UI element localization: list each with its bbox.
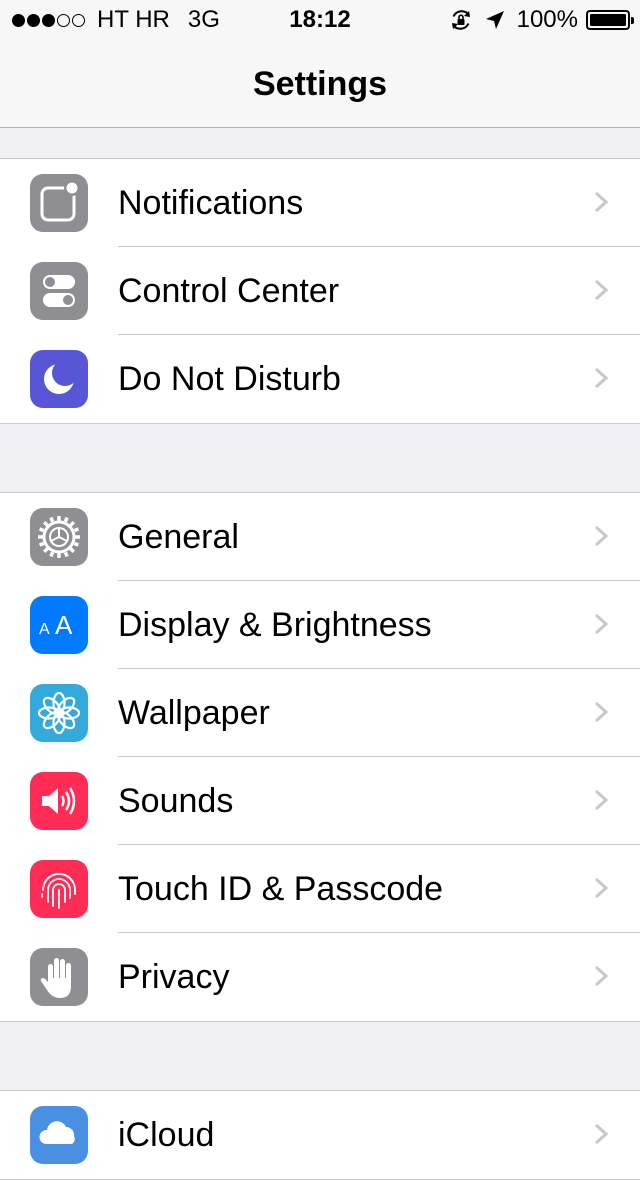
chevron-right-icon [590,877,612,899]
row-label: Touch ID & Passcode [118,845,443,933]
flower-icon [30,684,88,742]
settings-row-display-brightness[interactable]: A A Display & Brightness [0,581,640,669]
speaker-icon [30,772,88,830]
status-right: 100% [449,0,630,40]
gear-icon [30,508,88,566]
settings-row-icloud[interactable]: iCloud [0,1091,640,1179]
row-label: Sounds [118,757,233,845]
page-title: Settings [0,40,640,128]
notifications-icon [30,174,88,232]
svg-text:A: A [55,610,73,640]
chevron-right-icon [590,191,612,213]
settings-row-control-center[interactable]: Control Center [0,247,640,335]
location-arrow-icon [485,10,505,30]
settings-group-3: iCloud [0,1090,640,1180]
moon-icon [30,350,88,408]
settings-row-touch-id-passcode[interactable]: Touch ID & Passcode [0,845,640,933]
row-label: Do Not Disturb [118,335,341,423]
chevron-right-icon [590,279,612,301]
settings-group-2: General A A Display & Brightness [0,492,640,1022]
chevron-right-icon [590,613,612,635]
chevron-right-icon [590,367,612,389]
text-size-icon: A A [30,596,88,654]
battery-fill [590,14,626,26]
rotation-lock-icon [449,8,473,32]
battery-percent: 100% [517,6,578,34]
settings-group-1: Notifications Control Center Do [0,158,640,424]
settings-row-sounds[interactable]: Sounds [0,757,640,845]
battery-icon [586,10,630,30]
row-label: Privacy [118,933,229,1021]
settings-row-wallpaper[interactable]: Wallpaper [0,669,640,757]
chevron-right-icon [590,789,612,811]
chevron-right-icon [590,965,612,987]
row-label: Control Center [118,247,339,335]
svg-text:A: A [39,621,50,638]
hand-icon [30,948,88,1006]
control-center-icon [30,262,88,320]
cloud-icon [30,1106,88,1164]
row-label: General [118,493,239,581]
settings-row-privacy[interactable]: Privacy [0,933,640,1021]
chevron-right-icon [590,701,612,723]
settings-row-general[interactable]: General [0,493,640,581]
row-label: Display & Brightness [118,581,432,669]
status-bar: HT HR 3G 18:12 100% [0,0,640,40]
row-label: iCloud [118,1091,214,1179]
row-label: Wallpaper [118,669,270,757]
settings-row-notifications[interactable]: Notifications [0,159,640,247]
settings-row-do-not-disturb[interactable]: Do Not Disturb [0,335,640,423]
chevron-right-icon [590,1123,612,1145]
row-label: Notifications [118,159,303,247]
fingerprint-icon [30,860,88,918]
chevron-right-icon [590,525,612,547]
navigation-bar: Settings [0,40,640,128]
